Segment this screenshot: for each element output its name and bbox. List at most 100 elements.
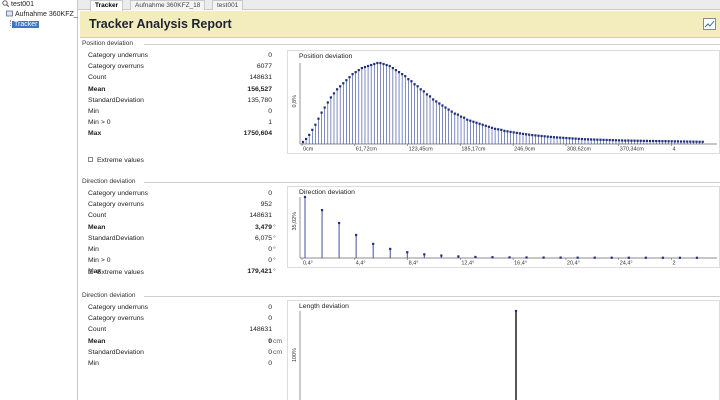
data-point: [661, 140, 664, 143]
data-point: [627, 139, 630, 142]
data-point: [667, 140, 670, 143]
stat-value: 6,075: [254, 234, 272, 242]
data-point: [683, 140, 686, 143]
stat-label: Category underruns: [88, 52, 149, 59]
stat-value: 148631: [249, 74, 272, 82]
data-point: [389, 247, 392, 251]
x-tick-label: 12,4°: [461, 261, 474, 267]
data-point: [474, 255, 477, 259]
data-point: [639, 139, 642, 142]
data-point: [432, 98, 435, 101]
data-point: [586, 138, 590, 141]
data-point: [562, 136, 565, 139]
section-direction-deviation: Direction deviation Category underruns 0 …: [80, 178, 720, 290]
data-point: [301, 140, 305, 144]
stat-value: 0: [268, 359, 272, 367]
tree-item-tracker[interactable]: Tracker: [12, 20, 40, 30]
data-point: [407, 78, 410, 81]
data-point: [630, 139, 633, 142]
stat-row: Min > 0 1: [88, 117, 284, 128]
data-point: [373, 62, 376, 66]
stat-label: StandardDeviation: [88, 96, 144, 104]
data-point: [571, 137, 574, 140]
stat-value: 0: [268, 257, 272, 265]
stat-value: 179,421: [247, 268, 272, 276]
data-point: [500, 128, 503, 131]
stat-value: 0: [268, 337, 272, 345]
x-tick-label: 308,62cm: [567, 147, 592, 153]
data-point: [695, 140, 698, 143]
data-point: [678, 256, 682, 259]
extreme-values-toggle[interactable]: Extreme values: [88, 157, 144, 164]
data-point: [354, 71, 357, 74]
length-deviation-chart: 100% Length deviation: [287, 300, 720, 400]
section-title: Direction deviation: [82, 292, 136, 299]
tab-recording[interactable]: Aufnahme 360KFZ_18: [130, 0, 206, 10]
x-tick-label: 4: [672, 147, 675, 153]
data-point: [695, 256, 699, 259]
stat-label: Category overruns: [88, 315, 144, 323]
data-point: [440, 254, 443, 257]
data-point: [348, 76, 351, 79]
data-point: [698, 140, 701, 143]
stat-value: 952: [260, 201, 272, 209]
chart-plot: 35,02% 0,4° 4,4° 8,4° 12,4° 16,4° 20,4° 24,4° 2: [292, 195, 717, 267]
data-point: [481, 123, 484, 126]
chart-plot: 100%: [292, 309, 518, 400]
data-point: [644, 256, 647, 259]
data-point: [559, 256, 562, 259]
stat-label: StandardDeviation: [88, 234, 144, 242]
data-point: [337, 221, 341, 225]
data-point: [537, 134, 540, 137]
data-point: [444, 106, 447, 109]
stat-label: Mean: [88, 223, 106, 231]
extreme-values-label: Extreme values: [97, 157, 144, 164]
data-point: [686, 140, 689, 143]
data-point: [320, 111, 323, 114]
data-point: [531, 133, 534, 137]
data-point: [382, 62, 385, 66]
export-icon[interactable]: [703, 18, 716, 30]
data-point: [366, 64, 370, 68]
data-point: [605, 138, 608, 142]
data-point: [521, 132, 525, 135]
expand-icon: [88, 269, 93, 274]
data-point: [441, 104, 444, 107]
stats-table: Category underruns 0 Category overruns 607…: [88, 50, 284, 140]
tab-tracker[interactable]: Tracker: [90, 0, 124, 11]
data-point: [676, 140, 680, 143]
data-point: [478, 122, 481, 125]
stat-row: Mean 0 cm: [88, 336, 284, 347]
data-point: [701, 140, 704, 143]
data-point: [652, 139, 655, 143]
tree-item-recording[interactable]: Aufnahme 360KFZ_: [6, 10, 78, 20]
data-point: [475, 121, 478, 124]
data-point: [339, 85, 342, 88]
data-point: [335, 88, 339, 91]
data-point: [525, 256, 528, 259]
data-point: [555, 136, 559, 139]
data-point: [642, 139, 645, 142]
tab-test001[interactable]: test001: [212, 0, 244, 10]
data-point: [679, 140, 683, 143]
extreme-values-toggle[interactable]: Extreme values: [88, 269, 144, 276]
magnifier-icon: [2, 0, 10, 8]
tree-child-label: Aufnahme 360KFZ_: [15, 11, 78, 18]
data-point: [453, 112, 456, 115]
tree-item-root[interactable]: test001: [2, 0, 34, 10]
data-point: [608, 138, 611, 142]
stat-label: Category overruns: [88, 63, 144, 71]
stat-value: 6077: [256, 63, 272, 71]
data-point: [425, 93, 429, 96]
tree-connector: [10, 20, 11, 26]
chart-plot: 0,8% 0cm 61,72cm 123,45cm 185,17cm 246,9cm 308…: [292, 61, 717, 153]
data-point: [413, 83, 416, 86]
stat-row: Mean 156,527: [88, 84, 284, 95]
data-point: [469, 119, 472, 122]
data-point: [423, 253, 426, 256]
x-tick-label: 0,4°: [303, 261, 313, 267]
x-tick-label: 370,34cm: [620, 147, 645, 153]
data-point: [355, 233, 358, 237]
data-point: [391, 66, 394, 70]
stat-value: 148631: [249, 326, 272, 334]
